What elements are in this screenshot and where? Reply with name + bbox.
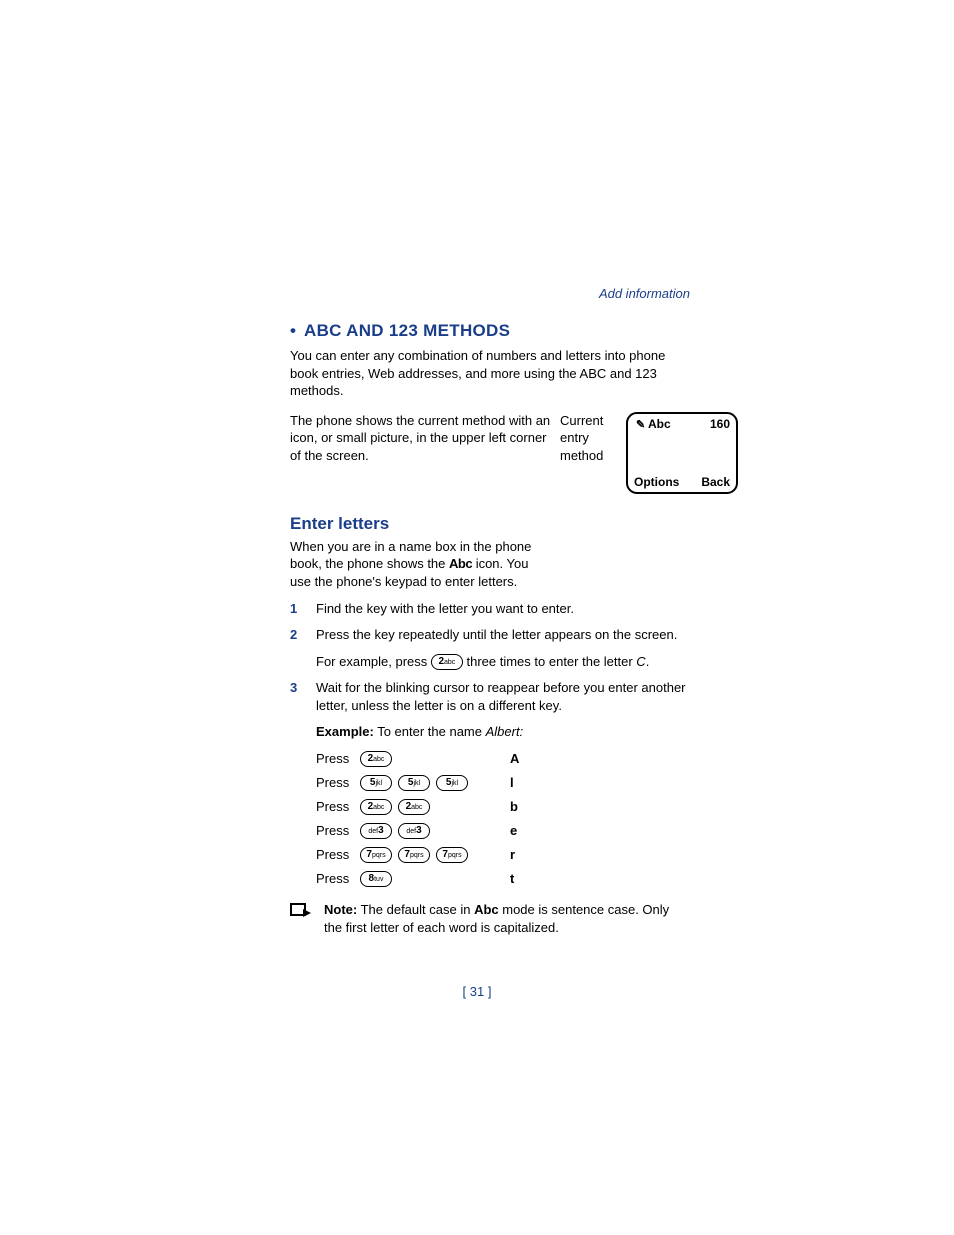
bullet-icon: • (290, 321, 304, 341)
phone-count: 160 (710, 417, 730, 431)
phone-screen-illustration: ✎ Abc 160 Options Back (626, 412, 738, 494)
key-7pqrs: 7pqrs (398, 847, 430, 863)
key-2abc: 2abc (360, 799, 392, 815)
icon-description-text: The phone shows the current method with … (290, 412, 552, 465)
step-1: Find the key with the letter you want to… (290, 600, 690, 618)
abc-icon: Abc (449, 556, 472, 571)
table-row: Press 5jkl 5jkl 5jkl l (316, 771, 690, 795)
key-3def: def3 (360, 823, 392, 839)
section-link: Add information (290, 286, 690, 301)
page-content: Add information •ABC AND 123 METHODS You… (290, 286, 690, 937)
table-row: Press 2abc 2abc b (316, 795, 690, 819)
example-block: Example: To enter the name Albert: Press… (316, 723, 690, 891)
steps-list: Find the key with the letter you want to… (290, 600, 690, 891)
intro-paragraph: You can enter any combination of numbers… (290, 347, 690, 400)
key-2abc: 2abc (431, 654, 463, 670)
key-7pqrs: 7pqrs (436, 847, 468, 863)
table-row: Press 2abc A (316, 747, 690, 771)
key-5jkl: 5jkl (360, 775, 392, 791)
callout-label: Current entry method (560, 412, 618, 465)
heading-1-text: ABC AND 123 METHODS (304, 321, 510, 340)
step-3: Wait for the blinking cursor to reappear… (290, 679, 690, 892)
table-row: Press def3 def3 e (316, 819, 690, 843)
step-2: Press the key repeatedly until the lette… (290, 626, 690, 670)
heading-1: •ABC AND 123 METHODS (290, 321, 690, 341)
key-5jkl: 5jkl (398, 775, 430, 791)
note-icon (290, 901, 314, 936)
heading-2: Enter letters (290, 514, 690, 534)
key-3def: def3 (398, 823, 430, 839)
enter-letters-paragraph: When you are in a name box in the phone … (290, 538, 552, 591)
key-7pqrs: 7pqrs (360, 847, 392, 863)
phone-softkey-right: Back (701, 475, 730, 489)
note-block: Note: The default case in Abc mode is se… (290, 901, 690, 936)
table-row: Press 7pqrs 7pqrs 7pqrs r (316, 843, 690, 867)
note-text: Note: The default case in Abc mode is se… (324, 901, 690, 936)
phone-mode: Abc (648, 417, 671, 431)
key-8tuv: 8tuv (360, 871, 392, 887)
phone-softkey-left: Options (634, 475, 680, 489)
example-label: Example: (316, 724, 374, 739)
step-2-sub: For example, press 2abc three times to e… (316, 653, 690, 671)
key-2abc: 2abc (398, 799, 430, 815)
page-number: [ 31 ] (0, 984, 954, 999)
key-5jkl: 5jkl (436, 775, 468, 791)
table-row: Press 8tuv t (316, 867, 690, 891)
key-2abc: 2abc (360, 751, 392, 767)
example-table: Press 2abc A Press 5jkl 5jkl 5jkl (316, 747, 690, 891)
icon-description-row: The phone shows the current method with … (290, 412, 690, 494)
svg-text:✎: ✎ (636, 419, 645, 431)
